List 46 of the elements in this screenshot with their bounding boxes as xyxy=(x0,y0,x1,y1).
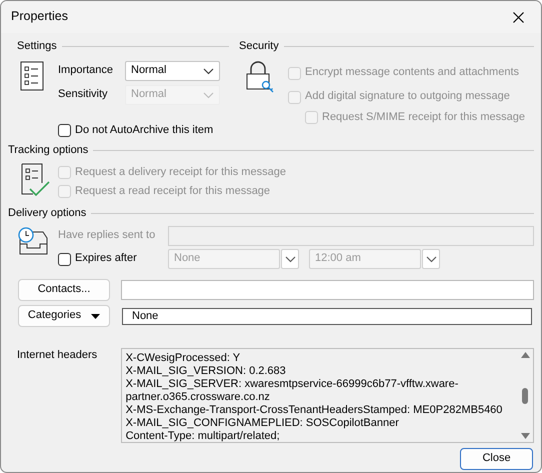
header-line: X-CWesigProcessed: Y xyxy=(126,352,242,365)
chevron-down-icon xyxy=(203,92,214,98)
caret-icon xyxy=(91,314,100,318)
section-heading: Delivery options xyxy=(8,206,86,220)
header-line: X-MAIL_SIG_CONFIGNAMEPLIED: SOSCopilotBanner xyxy=(126,417,400,430)
field-label: Have replies sent to xyxy=(58,229,156,243)
close-icon xyxy=(512,12,524,22)
checkbox-label: Do not AutoArchive this item xyxy=(75,124,214,138)
section-heading: Tracking options xyxy=(8,144,88,158)
checkbox-label: Request S/MIME receipt for this message xyxy=(322,110,525,124)
scrollbar-thumb[interactable] xyxy=(522,388,528,404)
section-heading: Settings xyxy=(17,40,57,54)
checkbox[interactable] xyxy=(58,252,71,266)
dropdown-button[interactable] xyxy=(422,249,440,269)
chevron-down-icon xyxy=(203,68,214,74)
checkbox-label: Request a read receipt for this message xyxy=(75,184,270,198)
inbox-clock-icon xyxy=(17,226,49,256)
window-title: Properties xyxy=(11,9,68,25)
categories-button[interactable]: Categories xyxy=(18,305,110,327)
input-field[interactable] xyxy=(121,280,534,300)
header-line: Content-Type: multipart/related; xyxy=(126,430,281,442)
close-button[interactable]: Close xyxy=(460,448,533,470)
header-line: X-MAIL_SIG_SERVER: xwaresmtpservice-66999c6b77-vfftw.xware-partner.o365.crossware.co.nz xyxy=(126,378,460,404)
checklist-icon xyxy=(20,61,44,91)
headers-text-area[interactable] xyxy=(120,348,534,443)
header-line: X-MAIL_SIG_VERSION: 0.2.683 xyxy=(126,365,287,378)
dropdown[interactable]: Normal xyxy=(125,61,220,81)
section-heading: Security xyxy=(239,40,279,54)
categories-field: None xyxy=(122,308,532,324)
checkbox-label: Expires after xyxy=(75,252,137,266)
chevron-down-icon xyxy=(285,256,296,262)
scroll-up-icon[interactable] xyxy=(520,352,530,358)
checkbox-label: Request a delivery receipt for this message xyxy=(75,166,286,180)
checkbox-label: Encrypt message contents and attachments xyxy=(305,66,520,80)
dropdown-button[interactable] xyxy=(281,249,299,269)
header-line: X-MS-Exchange-Transport-CrossTenantHeadersStamped: ME0P282MB5460 xyxy=(126,404,504,417)
scroll-down-icon[interactable] xyxy=(520,433,530,439)
field-label: Internet headers xyxy=(17,349,98,363)
checkbox[interactable] xyxy=(58,124,71,137)
contacts-button[interactable]: Contacts... xyxy=(18,279,110,301)
field-label: Importance xyxy=(58,64,114,78)
checkbox-label: Add digital signature to outgoing message xyxy=(305,90,510,104)
chevron-down-icon xyxy=(426,256,437,262)
field-label: Sensitivity xyxy=(58,88,109,102)
lock-key-icon xyxy=(245,61,275,93)
checklist-icon xyxy=(21,163,51,197)
